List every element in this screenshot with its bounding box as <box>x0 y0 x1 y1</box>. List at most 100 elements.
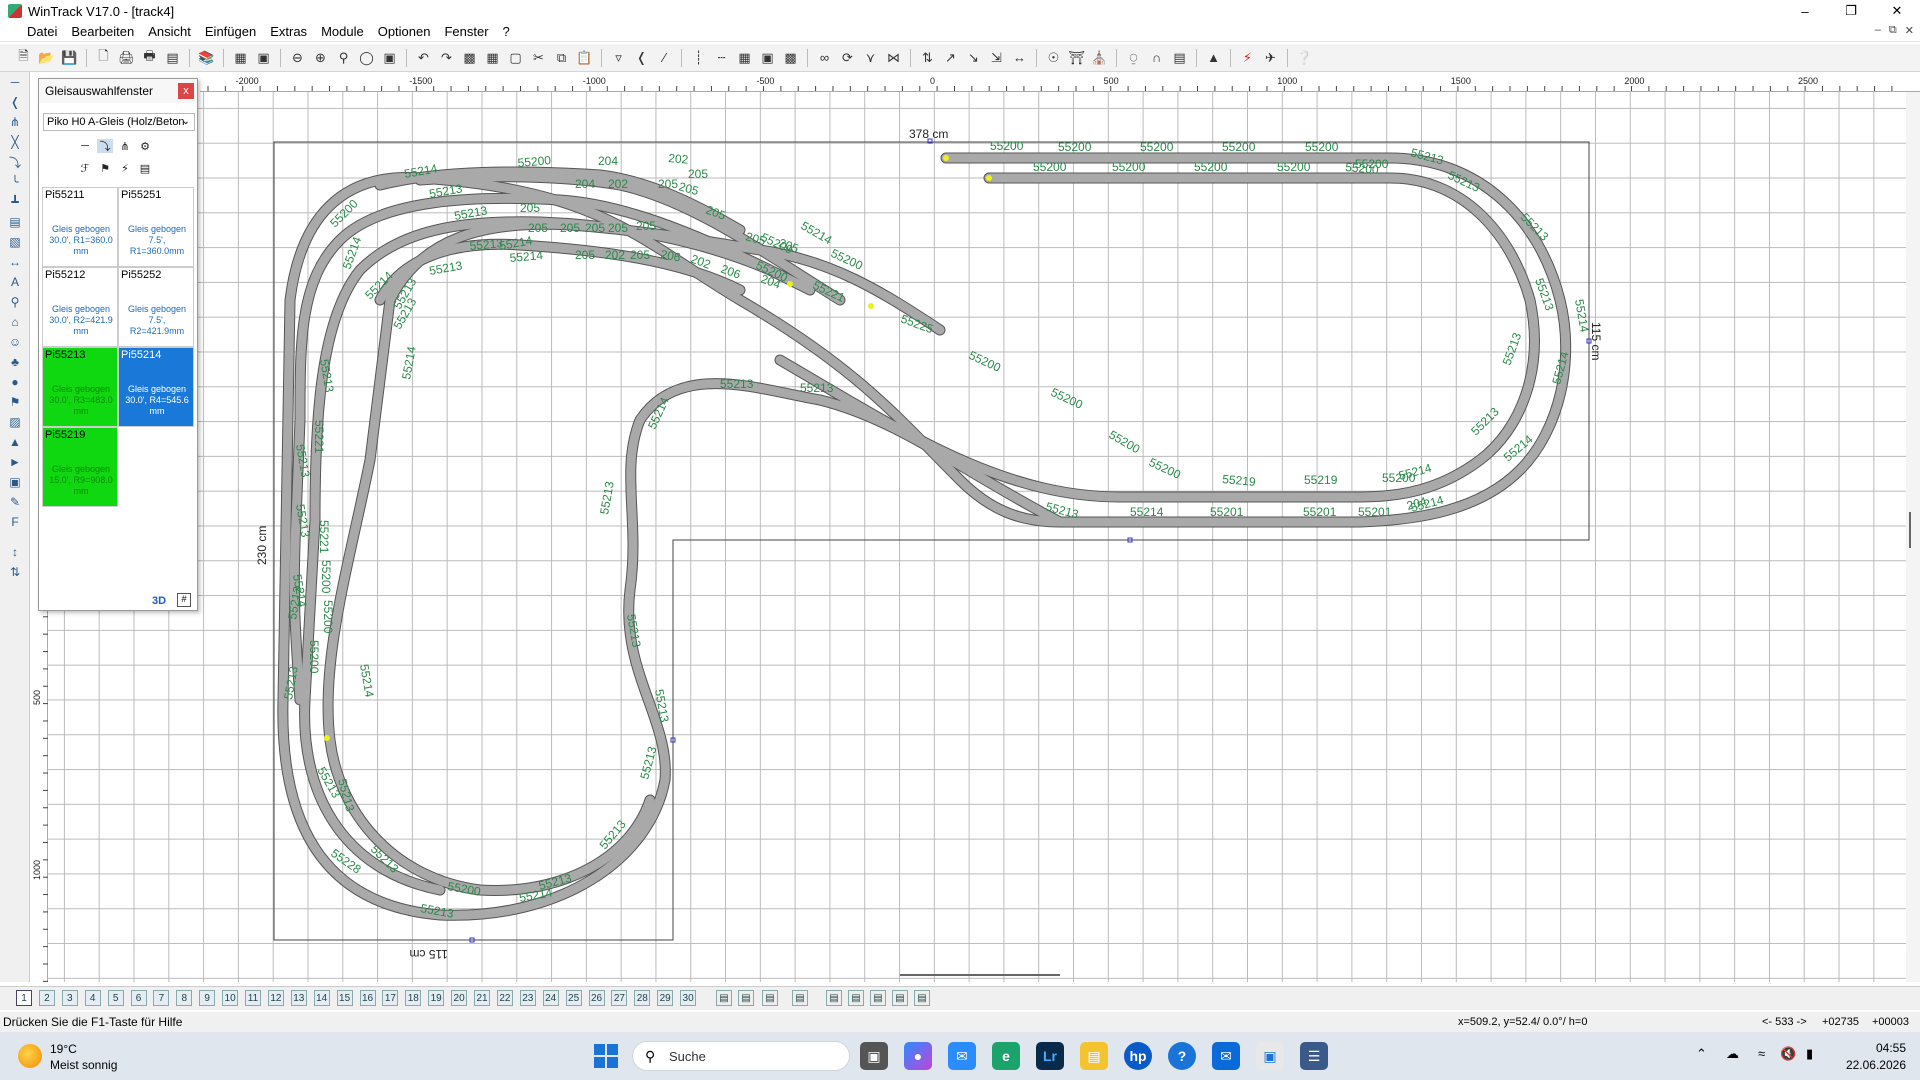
edge-icon[interactable]: e <box>992 1042 1020 1070</box>
switch-tool-icon[interactable]: ╰ <box>5 174 25 190</box>
split-icon[interactable]: ⋈ <box>884 48 903 67</box>
level-icon[interactable]: ↔ <box>1010 48 1029 67</box>
page-preview-icon[interactable]: 🗋 <box>94 48 113 67</box>
page-tab[interactable]: 7 <box>153 990 170 1006</box>
ruler-tool-icon[interactable]: ⇅ <box>5 564 25 580</box>
maximize-button[interactable]: ❐ <box>1828 0 1874 22</box>
grid-toggle-icon[interactable]: ▦ <box>231 48 250 67</box>
bridge-icon[interactable]: ⍜ <box>1124 48 1143 67</box>
page-tab[interactable]: 6 <box>130 990 147 1006</box>
page-tab[interactable]: 4 <box>84 990 101 1006</box>
bridge-tool-icon[interactable]: ▤ <box>5 214 25 230</box>
layer-1-icon[interactable]: ▤ <box>716 990 732 1006</box>
tree-tool-icon[interactable]: ♣ <box>5 354 25 370</box>
mdi-minimize-icon[interactable]: – <box>1875 24 1881 37</box>
vertical-scroll-thumb[interactable] <box>1909 512 1911 548</box>
page-tab[interactable]: 19 <box>428 990 445 1006</box>
track-item-pi55212[interactable]: Pi55212 Gleis gebogen 30.0', R2=421.9 mm <box>42 267 118 347</box>
layer-3-icon[interactable]: ▤ <box>762 990 778 1006</box>
store-icon[interactable]: ▣ <box>1256 1042 1284 1070</box>
power-category-icon[interactable]: ⚡ <box>117 161 133 175</box>
track-item-pi55251[interactable]: Pi55251 Gleis gebogen 7.5', R1=360.0mm <box>118 187 194 267</box>
wall-icon[interactable]: ▤ <box>1170 48 1189 67</box>
weather-description[interactable]: Meist sonnig <box>50 1058 117 1072</box>
building-icon[interactable]: ⛪ <box>1090 48 1109 67</box>
speaker-tool-icon[interactable]: ► <box>5 454 25 470</box>
turnout-tool-icon[interactable]: ⋔ <box>5 114 25 130</box>
page-tab[interactable]: 22 <box>496 990 513 1006</box>
parts-list-icon[interactable]: ▤ <box>163 48 182 67</box>
context-help-icon[interactable]: ❔ <box>1295 48 1314 67</box>
page-tab[interactable]: 29 <box>657 990 674 1006</box>
connect-icon[interactable]: ⋎ <box>861 48 880 67</box>
accessory-category-icon[interactable]: ℱ <box>77 161 93 175</box>
tray-expand-icon[interactable]: ⌃ <box>1696 1046 1707 1062</box>
page-tab[interactable]: 8 <box>176 990 193 1006</box>
page-tab[interactable]: 16 <box>359 990 376 1006</box>
hp-icon[interactable]: hp <box>1124 1042 1152 1070</box>
menu-fenster[interactable]: Fenster <box>437 22 495 42</box>
flex-track-tool-icon[interactable]: ❬ <box>5 94 25 110</box>
copy-icon[interactable]: ⧉ <box>552 48 571 67</box>
straight-track-icon[interactable]: ─ <box>5 74 25 90</box>
page-tab[interactable]: 1 <box>16 990 32 1006</box>
weather-temperature[interactable]: 19°C <box>50 1042 77 1056</box>
group-icon[interactable]: ▦ <box>735 48 754 67</box>
zoom-layout-icon[interactable]: ◯ <box>357 48 376 67</box>
zoom-in-icon[interactable]: ⊕ <box>311 48 330 67</box>
volume-muted-icon[interactable]: 🔇 <box>1780 1046 1796 1062</box>
height-tool-icon[interactable]: ↕ <box>5 544 25 560</box>
library-icon[interactable]: 📚 <box>197 48 216 67</box>
page-tab[interactable]: 20 <box>451 990 468 1006</box>
turntable-category-icon[interactable]: ⚙ <box>137 139 153 153</box>
close-button[interactable]: ✕ <box>1874 0 1920 22</box>
measure-tool-icon[interactable]: ↔ <box>5 254 25 270</box>
grade-icon[interactable]: ↘ <box>964 48 983 67</box>
dot-tool-icon[interactable]: ● <box>5 374 25 390</box>
pencil-tool-icon[interactable]: ✎ <box>5 494 25 510</box>
page-tab[interactable]: 11 <box>245 990 261 1006</box>
onedrive-icon[interactable]: ☁ <box>1726 1046 1739 1062</box>
house-tool-icon[interactable]: ⌂ <box>5 314 25 330</box>
page-tab[interactable]: 17 <box>382 990 399 1006</box>
zoom-all-icon[interactable]: ▣ <box>380 48 399 67</box>
crossing-tool-icon[interactable]: ╳ <box>5 134 25 150</box>
undo-icon[interactable]: ↶ <box>414 48 433 67</box>
minimize-button[interactable]: – <box>1782 0 1828 22</box>
page-tab[interactable]: 23 <box>519 990 536 1006</box>
height-icon[interactable]: ⇅ <box>918 48 937 67</box>
clock-time[interactable]: 04:55 <box>1854 1041 1906 1055</box>
straight-category-icon[interactable]: ─ <box>77 139 93 153</box>
cut-icon[interactable]: ✂ <box>529 48 548 67</box>
road-tool-icon[interactable]: ▧ <box>5 234 25 250</box>
font-tool-icon[interactable]: F <box>5 514 25 530</box>
table-icon[interactable]: ▦ <box>483 48 502 67</box>
menu-help[interactable]: ? <box>496 22 517 42</box>
page-tab[interactable]: 13 <box>290 990 307 1006</box>
draw-line-icon[interactable]: ∕ <box>655 48 674 67</box>
mdi-close-icon[interactable]: ✕ <box>1905 24 1914 37</box>
track-item-pi55219[interactable]: Pi55219 Gleis gebogen 15.0', R9=908.0 mm <box>42 427 118 507</box>
zoom-out-icon[interactable]: ⊖ <box>288 48 307 67</box>
select-tracks-icon[interactable]: ▿ <box>609 48 628 67</box>
help-bubble-icon[interactable]: ✈ <box>1261 48 1280 67</box>
pin-tool-icon[interactable]: ⚲ <box>5 294 25 310</box>
measure-icon[interactable]: ∞ <box>815 48 834 67</box>
page-b-icon[interactable]: ▤ <box>848 990 864 1006</box>
paste-icon[interactable]: 📋 <box>575 48 594 67</box>
person-tool-icon[interactable]: ☺ <box>5 334 25 350</box>
rotate-icon[interactable]: ⟳ <box>838 48 857 67</box>
page-tab[interactable]: 14 <box>313 990 330 1006</box>
horizontal-scroll-thumb[interactable] <box>900 974 1060 976</box>
file-explorer-icon[interactable]: ▤ <box>1080 1042 1108 1070</box>
clock-date[interactable]: 22.06.2026 <box>1844 1058 1906 1072</box>
window-icon[interactable]: ▢ <box>506 48 525 67</box>
camera-tool-icon[interactable]: ▣ <box>5 474 25 490</box>
page-tab[interactable]: 12 <box>267 990 284 1006</box>
bumper-tool-icon[interactable]: ┻ <box>5 194 25 210</box>
panel-grid-icon[interactable]: # <box>177 593 191 607</box>
landscape-tool-icon[interactable]: ▲ <box>5 434 25 450</box>
lightroom-icon[interactable]: Lr <box>1036 1042 1064 1070</box>
copilot-icon[interactable]: ● <box>904 1042 932 1070</box>
page-tab[interactable]: 24 <box>542 990 559 1006</box>
